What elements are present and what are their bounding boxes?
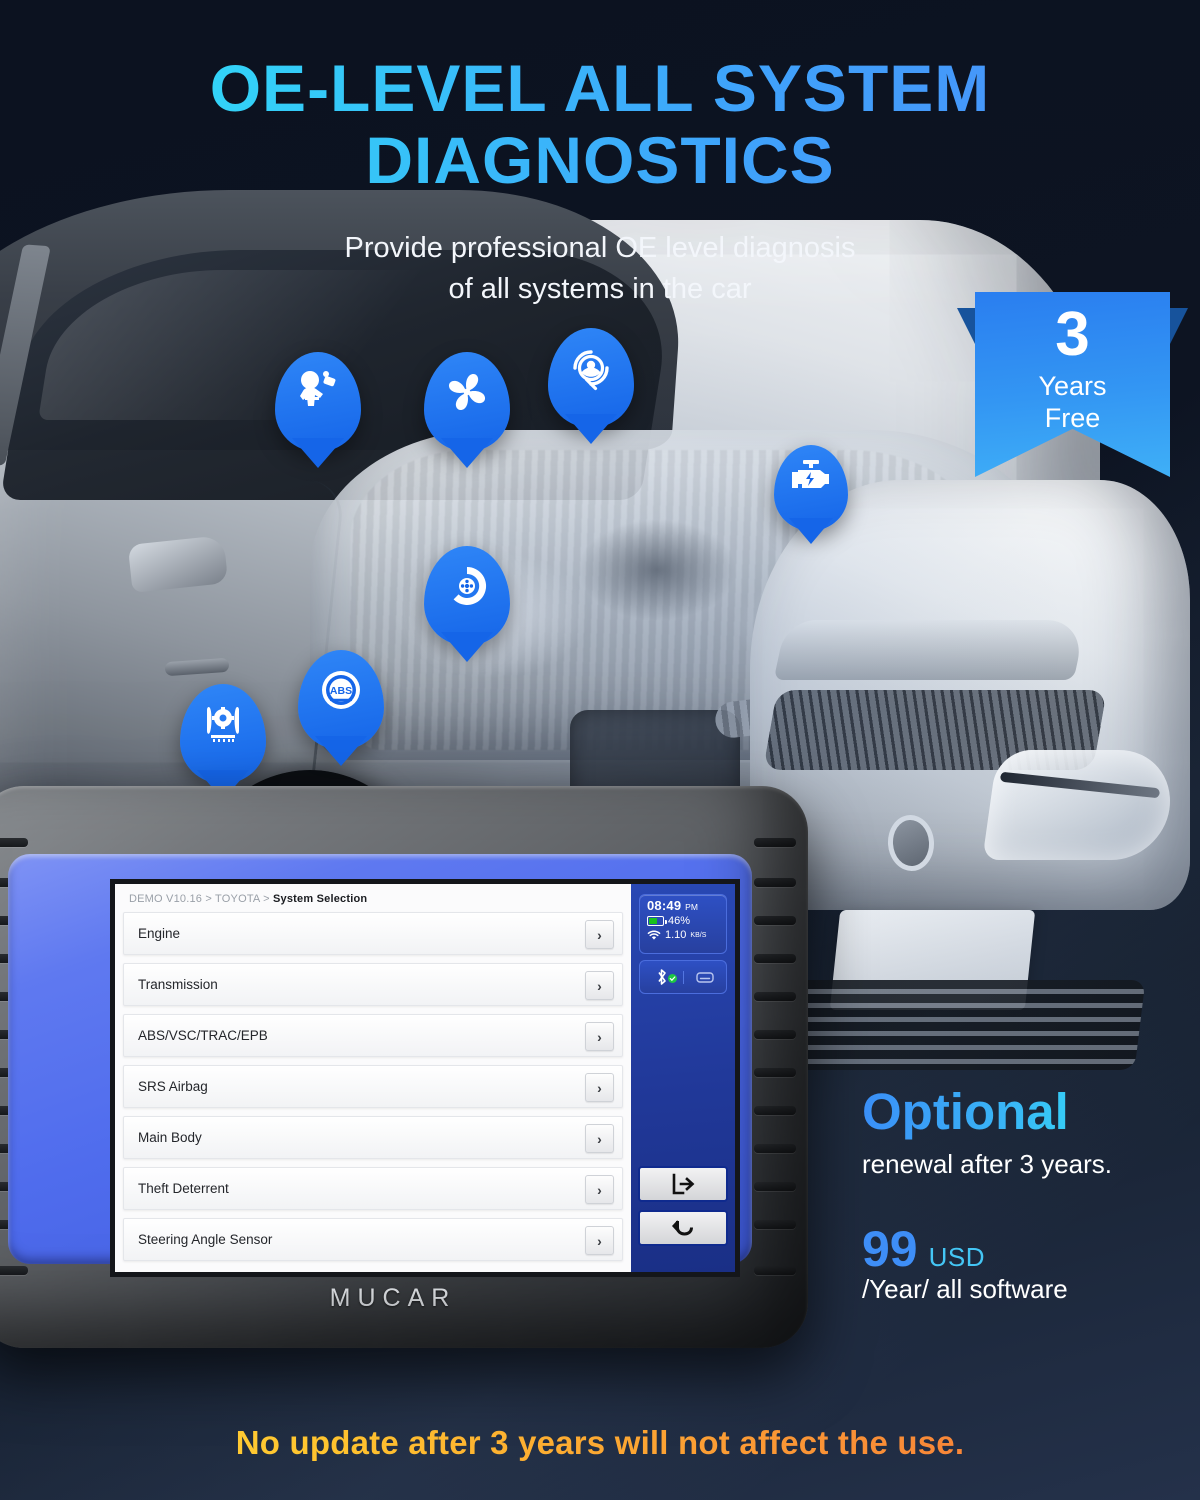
car-upper-grille (773, 620, 1087, 680)
tablet-screen: DEMO V10.16 > TOYOTA > System Selection … (115, 884, 735, 1272)
list-item-label: SRS Airbag (138, 1079, 208, 1094)
network-status: 1.10 KB/S (640, 927, 726, 941)
pricing-title: Optional (862, 1083, 1069, 1140)
back-arrow-icon (671, 1220, 693, 1236)
steering-wheel-icon (573, 350, 609, 391)
clock: 08:49 PM (640, 895, 726, 913)
chevron-right-icon[interactable]: › (585, 1124, 614, 1153)
list-item-label: Theft Deterrent (138, 1181, 229, 1196)
ribbon-number: 3 (1055, 300, 1090, 369)
bluetooth-connected-icon (657, 969, 666, 985)
price-terms: /Year/ all software (862, 1274, 1068, 1304)
promo-page: OE-LEVEL ALL SYSTEM DIAGNOSTICS Provide … (0, 0, 1200, 1500)
list-item-label: ABS/VSC/TRAC/EPB (138, 1028, 268, 1043)
list-item[interactable]: Steering Angle Sensor › (123, 1218, 623, 1261)
connected-check-badge (668, 974, 677, 983)
list-item[interactable]: SRS Airbag › (123, 1065, 623, 1108)
headline-line-2: DIAGNOSTICS (365, 123, 835, 197)
brand-logo: MUCAR (329, 1284, 457, 1312)
list-item-label: Transmission (138, 977, 218, 992)
chevron-right-icon[interactable]: › (585, 1226, 614, 1255)
chevron-right-icon[interactable]: › (585, 920, 614, 949)
chevron-right-icon[interactable]: › (585, 1022, 614, 1051)
ribbon-body: 3 Years Free (975, 292, 1170, 477)
status-sidebar: 08:49 PM 46% 1.10 KB/S (631, 884, 735, 1272)
srs-airbag-icon (300, 371, 336, 406)
footer-note: No update after 3 years will not affect … (0, 1424, 1200, 1462)
list-item-label: Engine (138, 926, 181, 941)
list-item[interactable]: Transmission › (123, 963, 623, 1006)
free-years-ribbon: 3 Years Free (957, 292, 1188, 477)
page-title: OE-LEVEL ALL SYSTEM DIAGNOSTICS (0, 52, 1200, 196)
chevron-right-icon[interactable]: › (585, 1073, 614, 1102)
pricing-subtitle: renewal after 3 years. (862, 1149, 1113, 1179)
battery-status: 46% (640, 913, 726, 927)
status-card: 08:49 PM 46% 1.10 KB/S (639, 894, 727, 954)
list-item-label: Main Body (138, 1130, 202, 1145)
brake-disc-icon (453, 566, 487, 605)
network-speed: 1.10 (665, 929, 687, 941)
headline-line-1: OE-LEVEL ALL SYSTEM (209, 51, 991, 125)
svg-text:ABS: ABS (330, 685, 352, 697)
car-side-mirror (127, 535, 229, 593)
system-list: Engine › Transmission › ABS/VSC/TRAC/EPB… (123, 912, 623, 1269)
tpms-icon (207, 706, 239, 742)
ribbon-line-2: Free (1044, 403, 1101, 433)
network-speed-unit: KB/S (690, 931, 707, 939)
subtitle-line-1: Provide professional OE level diagnosis (344, 232, 856, 264)
clock-time: 08:49 (647, 898, 682, 913)
battery-icon (647, 916, 667, 926)
breadcrumb-current: System Selection (273, 893, 368, 905)
exit-button[interactable] (638, 1166, 728, 1202)
system-list-panel: DEMO V10.16 > TOYOTA > System Selection … (115, 884, 631, 1272)
price-currency: USD (928, 1242, 986, 1272)
clock-meridiem: PM (685, 902, 699, 912)
chevron-right-icon[interactable]: › (585, 1175, 614, 1204)
breadcrumb-path: DEMO V10.16 > TOYOTA > (129, 893, 273, 905)
ribbon-line-1: Years (1038, 371, 1107, 401)
car-headlamp (982, 750, 1178, 860)
chevron-right-icon[interactable]: › (585, 971, 614, 1000)
back-button[interactable] (638, 1210, 728, 1246)
list-item[interactable]: Main Body › (123, 1116, 623, 1159)
wifi-icon (647, 930, 661, 940)
bluetooth-status[interactable] (640, 968, 683, 986)
engine-check-icon (792, 460, 829, 488)
vci-status[interactable] (683, 970, 726, 984)
list-item-label: Steering Angle Sensor (138, 1232, 273, 1247)
battery-level: 46% (668, 915, 691, 927)
vci-device-icon (696, 971, 714, 983)
exit-icon (672, 1173, 695, 1195)
list-item[interactable]: ABS/VSC/TRAC/EPB › (123, 1014, 623, 1057)
list-item[interactable]: Engine › (123, 912, 623, 955)
abs-icon: ABS (322, 671, 360, 709)
price-amount: 99 (862, 1221, 918, 1277)
list-item[interactable]: Theft Deterrent › (123, 1167, 623, 1210)
price-row: 99 USD (862, 1222, 985, 1276)
hvac-fan-icon (448, 373, 486, 411)
breadcrumb: DEMO V10.16 > TOYOTA > System Selection (129, 893, 367, 905)
connection-card (639, 960, 727, 994)
